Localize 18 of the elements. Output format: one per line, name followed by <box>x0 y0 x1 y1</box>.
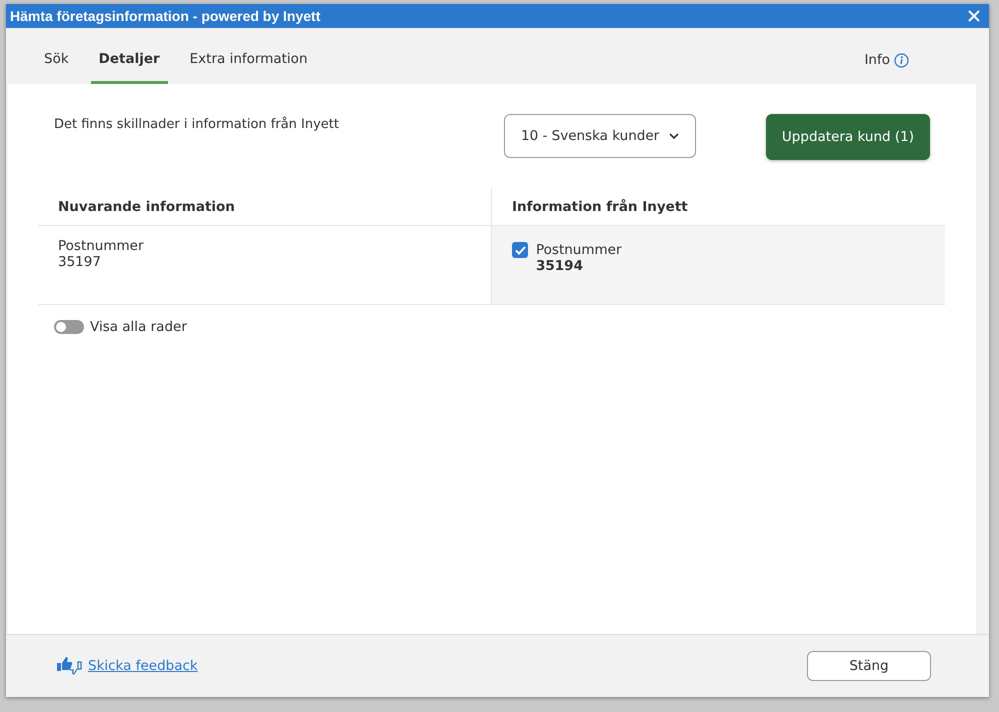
toggle-switch[interactable] <box>54 320 84 334</box>
tab[interactable]: Sök <box>36 51 77 84</box>
feedback-link[interactable]: Skicka feedback <box>88 658 198 674</box>
toggle-label: Visa alla rader <box>90 319 187 335</box>
window-title: Hämta företagsinformation - powered by Inyett <box>10 8 320 24</box>
customer-group-dropdown[interactable]: 10 - Svenska kunder <box>504 114 696 158</box>
info-icon[interactable] <box>894 52 909 68</box>
column-header: Nuvarande information <box>38 188 492 226</box>
close-button[interactable]: Stäng <box>807 651 931 681</box>
thumbs-icon <box>56 655 82 677</box>
difference-message: Det finns skillnader i information från Inyett <box>54 117 340 132</box>
tab[interactable]: Extra information <box>182 51 316 84</box>
update-customer-button[interactable]: Uppdatera kund (1) <box>766 114 930 160</box>
table-cell: Postnummer 35194 <box>492 226 945 304</box>
close-icon[interactable] <box>967 9 981 23</box>
chevron-down-icon <box>669 133 679 139</box>
info-link[interactable]: Info <box>864 52 890 68</box>
checkbox[interactable] <box>512 242 528 258</box>
